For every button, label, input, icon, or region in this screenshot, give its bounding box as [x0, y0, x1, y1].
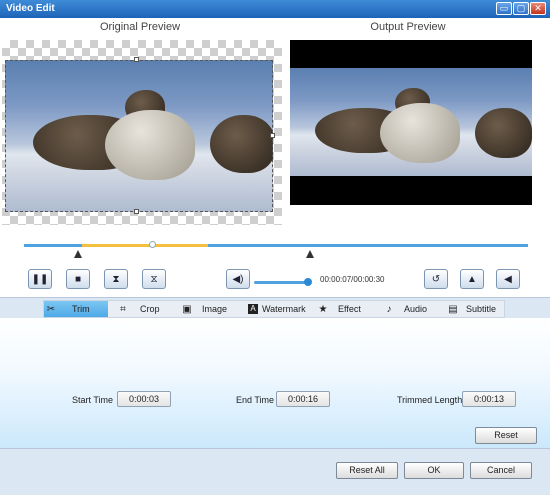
pause-button[interactable]: ❚❚: [28, 269, 52, 289]
trimmed-length-field: 0:00:13: [462, 391, 516, 407]
image-icon: ▣: [182, 303, 192, 315]
tab-image[interactable]: ▣ Image: [180, 301, 233, 317]
stop-button[interactable]: ■: [66, 269, 90, 289]
original-preview: [2, 40, 282, 225]
start-time-field[interactable]: 0:00:03: [117, 391, 171, 407]
end-time-field[interactable]: 0:00:16: [276, 391, 330, 407]
tab-subtitle[interactable]: ▤ Subtitle: [446, 301, 502, 317]
tab-label: Subtitle: [466, 304, 497, 314]
speaker-icon: ◀): [232, 273, 244, 285]
tab-label: Watermark: [262, 304, 306, 314]
seal-image: [380, 103, 460, 163]
flip-horizontal-icon: ◀: [504, 273, 512, 285]
rotate-icon: ↺: [431, 273, 441, 285]
crop-frame[interactable]: [5, 60, 273, 212]
tab-watermark[interactable]: A Watermark: [248, 301, 312, 317]
output-video-frame: [290, 68, 532, 176]
close-icon: ✕: [534, 3, 542, 13]
minimize-button[interactable]: ▭: [496, 2, 512, 15]
time-readout: 00:00:07/00:00:30: [320, 275, 385, 284]
maximize-button[interactable]: ▢: [513, 2, 529, 15]
flip-vertical-button[interactable]: ▲: [460, 269, 484, 289]
tab-label: Trim: [72, 304, 90, 314]
output-preview: [290, 40, 532, 205]
trim-end-marker[interactable]: [306, 250, 314, 258]
music-note-icon: ♪: [386, 303, 392, 315]
pause-icon: ❚❚: [31, 273, 49, 285]
volume-slider[interactable]: [254, 281, 308, 284]
playhead[interactable]: [149, 241, 156, 248]
set-start-button[interactable]: ⧗: [104, 269, 128, 289]
subtitle-icon: ▤: [448, 303, 458, 315]
reset-button[interactable]: Reset: [475, 427, 537, 444]
set-end-button[interactable]: ⧖: [142, 269, 166, 289]
flip-vertical-icon: ▲: [467, 273, 477, 285]
start-time-label: Start Time: [72, 395, 114, 405]
original-preview-label: Original Preview: [99, 21, 181, 33]
tab-trim[interactable]: ✂ Trim: [44, 301, 108, 317]
tab-label: Audio: [404, 304, 428, 314]
tab-label: Effect: [338, 304, 361, 314]
edit-tabs: ✂ Trim ⌗ Crop ▣ Image A Watermark ★ Effe…: [43, 300, 505, 318]
tab-crop[interactable]: ⌗ Crop: [116, 301, 166, 317]
crop-icon: ⌗: [120, 303, 126, 315]
trim-range: [82, 244, 208, 247]
maximize-icon: ▢: [516, 3, 526, 13]
trim-start-marker[interactable]: [74, 250, 82, 258]
star-icon: ★: [318, 303, 328, 315]
minimize-icon: ▭: [499, 3, 509, 13]
trimmed-length-label: Trimmed Length: [397, 395, 463, 405]
crop-handle[interactable]: [134, 209, 139, 214]
volume-knob[interactable]: [304, 278, 312, 286]
trim-timeline[interactable]: [24, 244, 528, 247]
flip-horizontal-button[interactable]: ◀: [496, 269, 520, 289]
reset-all-button[interactable]: Reset All: [336, 462, 398, 479]
rotate-button[interactable]: ↺: [424, 269, 448, 289]
end-time-label: End Time: [236, 395, 275, 405]
tab-audio[interactable]: ♪ Audio: [382, 301, 433, 317]
crop-handle[interactable]: [134, 57, 139, 62]
seal-image: [475, 108, 532, 158]
cancel-button[interactable]: Cancel: [470, 462, 532, 479]
dialog-footer: [0, 448, 550, 495]
close-button[interactable]: ✕: [530, 2, 546, 15]
tab-label: Crop: [140, 304, 160, 314]
clip-end-icon: ⧖: [150, 273, 158, 285]
volume-button[interactable]: ◀): [226, 269, 250, 289]
scissors-icon: ✂: [46, 303, 56, 315]
window-title: Video Edit: [6, 3, 55, 14]
clip-start-icon: ⧗: [112, 273, 120, 285]
tab-effect[interactable]: ★ Effect: [316, 301, 367, 317]
crop-handle[interactable]: [270, 133, 275, 138]
watermark-icon: A: [248, 304, 258, 314]
title-bar: Video Edit ▭ ▢ ✕: [0, 0, 550, 18]
stop-icon: ■: [74, 273, 82, 285]
output-preview-label: Output Preview: [370, 21, 446, 33]
ok-button[interactable]: OK: [404, 462, 464, 479]
tab-label: Image: [202, 304, 228, 314]
trim-panel: [0, 318, 550, 448]
